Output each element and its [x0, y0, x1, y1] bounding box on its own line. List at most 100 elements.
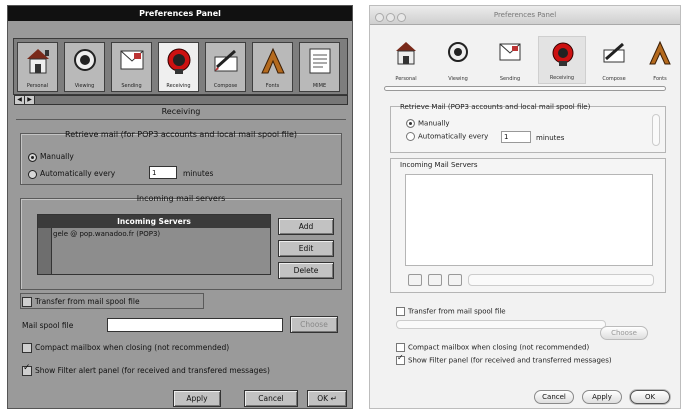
toolbar-item-receiving[interactable]: Receiving — [538, 36, 586, 84]
toolbar-item-viewing[interactable]: Viewing — [64, 42, 105, 92]
minutes-label: minutes — [183, 169, 214, 178]
mailbox-icon — [552, 42, 574, 66]
close-window-icon[interactable] — [375, 13, 384, 22]
toolbar-label: Sending — [121, 83, 142, 89]
radio-indicator — [406, 132, 415, 141]
checkbox-box — [22, 363, 32, 376]
mail-spool-input[interactable] — [107, 318, 283, 332]
right-preferences-window: Preferences Panel Personal Viewing Sendi… — [369, 5, 681, 409]
window-controls — [375, 11, 408, 29]
toolbar-label: Viewing — [448, 76, 468, 82]
manually-radio[interactable]: Manually — [406, 119, 450, 128]
transfer-spool-checkbox[interactable]: Transfer from mail spool file — [396, 307, 506, 316]
eye-icon — [74, 49, 96, 71]
delete-server-button[interactable]: Delete — [278, 262, 334, 279]
ok-label: OK — [317, 394, 329, 403]
choose-button[interactable]: Choose — [290, 316, 338, 333]
edit-server-icon[interactable] — [428, 274, 442, 286]
incoming-group-title: Incoming mail servers — [136, 194, 226, 203]
window-title: Preferences Panel — [8, 6, 352, 21]
show-filter-checkbox[interactable]: Show Filter panel (for received and tran… — [396, 353, 612, 365]
automatically-label: Automatically every — [40, 169, 116, 178]
toolbar-item-fonts[interactable]: Fonts — [252, 42, 293, 92]
toolbar-label: Personal — [395, 76, 417, 82]
list-scrollbar[interactable] — [38, 228, 52, 274]
pen-icon — [603, 42, 625, 63]
automatically-radio[interactable]: Automatically every — [406, 132, 488, 141]
filter-label: Show Filter panel (for received and tran… — [408, 356, 612, 365]
toolbar-scrollbar[interactable] — [384, 86, 666, 91]
toolbar-item-sending[interactable]: Sending — [486, 36, 534, 84]
toolbar-label: Sending — [499, 76, 521, 82]
choose-button[interactable]: Choose — [600, 326, 648, 340]
document-icon — [309, 48, 331, 74]
ok-button[interactable]: OK — [630, 390, 670, 404]
toolbar-label: Compose — [213, 83, 238, 89]
manually-label: Manually — [40, 152, 74, 161]
window-titlebar: Preferences Panel — [370, 6, 680, 25]
ok-button[interactable]: OK ↵ — [307, 390, 347, 407]
toolbar-item-fonts[interactable]: Fonts — [636, 36, 684, 84]
envelope-icon — [120, 50, 144, 70]
house-icon — [396, 42, 416, 65]
list-item[interactable]: gele @ pop.wanadoo.fr (POP3) — [38, 228, 270, 240]
mailbox-icon — [167, 48, 191, 74]
toolbar-label: Personal — [26, 83, 49, 89]
incoming-group-title: Incoming Mail Servers — [400, 161, 478, 169]
zoom-window-icon[interactable] — [397, 13, 406, 22]
section-title: Receiving — [161, 107, 201, 116]
interval-input[interactable]: 1 — [501, 131, 531, 143]
radio-indicator — [28, 169, 37, 179]
add-server-button[interactable]: Add — [278, 218, 334, 235]
toolbar-label: Compose — [602, 76, 626, 82]
automatically-radio[interactable]: Automatically every — [28, 169, 115, 179]
mail-spool-label: Mail spool file — [22, 321, 74, 330]
incoming-servers-list[interactable] — [405, 174, 653, 266]
apply-button[interactable]: Apply — [173, 390, 221, 407]
minutes-label: minutes — [536, 134, 565, 142]
toolbar-item-compose[interactable]: Compose — [590, 36, 638, 84]
toolbar-item-sending[interactable]: Sending — [111, 42, 152, 92]
toolbar-item-receiving[interactable]: Receiving — [158, 42, 199, 92]
group-scrollbar[interactable] — [652, 114, 660, 146]
cancel-button[interactable]: Cancel — [244, 390, 298, 407]
toolbar-item-personal[interactable]: Personal — [382, 36, 430, 84]
left-preferences-window: Preferences Panel Personal Viewing Sendi… — [7, 5, 353, 409]
compact-mailbox-checkbox[interactable]: Compact mailbox when closing (not recomm… — [396, 343, 589, 352]
envelope-icon — [499, 43, 521, 61]
add-server-icon[interactable] — [408, 274, 422, 286]
list-footer-bar — [468, 274, 654, 286]
edit-server-button[interactable]: Edit — [278, 240, 334, 257]
checkbox-box — [396, 353, 405, 365]
manually-radio[interactable]: Manually — [28, 152, 74, 162]
incoming-servers-list[interactable]: Incoming Servers gele @ pop.wanadoo.fr (… — [37, 214, 271, 275]
apply-button[interactable]: Apply — [582, 390, 622, 404]
toolbar-item-mime[interactable]: MIME — [299, 42, 340, 92]
toolbar-item-compose[interactable]: Compose — [205, 42, 246, 92]
house-icon — [27, 49, 49, 74]
toolbar-label: Fonts — [653, 76, 667, 82]
list-header: Incoming Servers — [38, 215, 270, 228]
manually-label: Manually — [418, 119, 450, 128]
toolbar-label: Receiving — [166, 83, 191, 89]
checkbox-box — [396, 343, 405, 352]
preferences-toolbar: Personal Viewing Sending Receiving Compo… — [13, 38, 348, 95]
show-filter-checkbox[interactable]: Show Filter alert panel (for received an… — [22, 363, 270, 376]
radio-indicator — [406, 119, 415, 128]
mail-spool-input[interactable] — [396, 320, 606, 329]
delete-server-icon[interactable] — [448, 274, 462, 286]
toolbar-label: Fonts — [265, 83, 280, 89]
toolbar-scrollbar[interactable]: ◀ ▶ — [14, 95, 348, 105]
minimize-window-icon[interactable] — [386, 13, 395, 22]
interval-input[interactable]: 1 — [149, 166, 177, 179]
return-icon: ↵ — [330, 394, 337, 403]
scroll-right-icon[interactable]: ▶ — [25, 96, 35, 104]
compact-mailbox-checkbox[interactable]: Compact mailbox when closing (not recomm… — [22, 343, 229, 353]
scroll-left-icon[interactable]: ◀ — [15, 96, 25, 104]
toolbar-item-viewing[interactable]: Viewing — [434, 36, 482, 84]
cancel-button[interactable]: Cancel — [534, 390, 574, 404]
retrieve-group-title: Retrieve Mail (POP3 accounts and local m… — [400, 103, 591, 111]
toolbar-label: MIME — [312, 83, 327, 89]
toolbar-item-personal[interactable]: Personal — [17, 42, 58, 92]
transfer-label: Transfer from mail spool file — [408, 307, 506, 316]
